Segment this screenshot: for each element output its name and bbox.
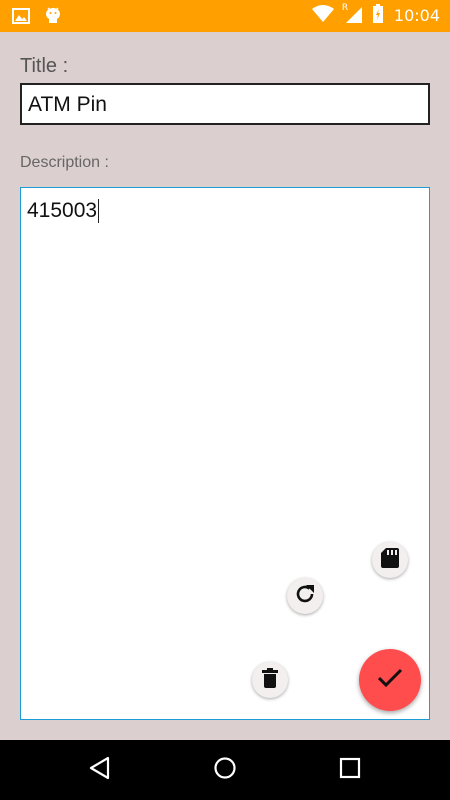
back-icon xyxy=(88,756,112,784)
description-text-wrap: 415003 xyxy=(27,198,100,224)
refresh-icon xyxy=(293,582,317,610)
battery-icon xyxy=(372,4,384,28)
trash-icon xyxy=(260,667,280,693)
refresh-button[interactable] xyxy=(287,578,323,614)
description-textarea[interactable]: 415003 xyxy=(20,187,430,720)
status-time: 10:04 xyxy=(393,6,440,25)
wifi-icon xyxy=(311,5,334,27)
status-bar: R 10:04 xyxy=(0,0,450,32)
text-cursor xyxy=(98,199,100,223)
title-label: Title : xyxy=(20,55,69,77)
nav-recent-apps-button[interactable] xyxy=(320,740,380,800)
confirm-button[interactable] xyxy=(359,649,421,711)
android-icon xyxy=(44,6,62,30)
nav-back-button[interactable] xyxy=(70,740,130,800)
roaming-indicator: R xyxy=(341,3,349,13)
image-icon xyxy=(12,7,30,29)
delete-button[interactable] xyxy=(252,662,288,698)
description-label: Description : xyxy=(20,154,109,171)
nav-home-button[interactable] xyxy=(195,740,255,800)
signal-icon: R xyxy=(341,3,362,27)
recent-apps-icon xyxy=(339,757,361,783)
screen: R 10:04 Title : ATM Pin Description : 41… xyxy=(0,0,450,800)
sd-card-icon xyxy=(380,547,400,573)
title-input[interactable]: ATM Pin xyxy=(20,83,430,125)
save-sd-button[interactable] xyxy=(372,542,408,578)
navigation-bar xyxy=(0,740,450,800)
check-icon xyxy=(377,668,403,692)
description-value: 415003 xyxy=(27,199,98,222)
home-icon xyxy=(213,756,237,784)
